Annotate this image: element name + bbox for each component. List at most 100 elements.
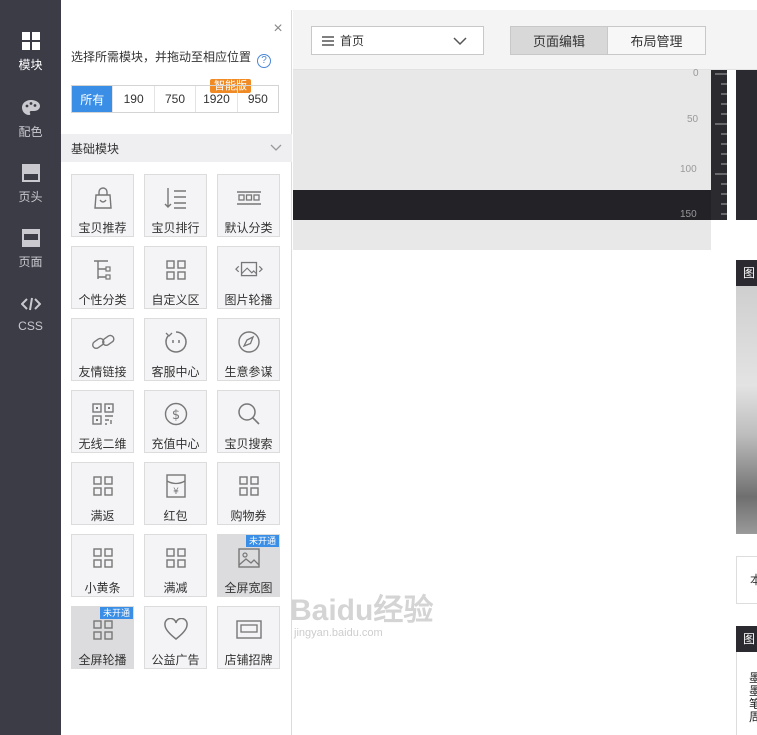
module-tile-label: 默认分类	[224, 221, 273, 235]
module-tile-item-search[interactable]: 宝贝搜索	[217, 390, 280, 453]
module-tile-cashback[interactable]: 满返	[71, 462, 134, 525]
module-tile-mobile-qrcode[interactable]: 无线二维	[71, 390, 134, 453]
module-tile-yellow-bar[interactable]: 小黄条	[71, 534, 134, 597]
nav-item-label: 页头	[18, 190, 43, 204]
signboard-icon	[235, 616, 263, 643]
module-tile-custom-area[interactable]: 自定义区	[144, 246, 207, 309]
search-icon	[235, 400, 263, 427]
module-tile-default-category[interactable]: 默认分类	[217, 174, 280, 237]
module-tile-item-ranking[interactable]: 宝贝排行	[144, 174, 207, 237]
grid-icon	[89, 472, 117, 499]
module-grid: 宝贝推荐 宝贝排行 默认分类 个性分类 自定义区 图片轮播 友情链接 客服中心 …	[71, 174, 280, 669]
tab-page-edit[interactable]: 页面编辑	[511, 27, 608, 54]
module-text: 墨墨笔周	[736, 652, 757, 735]
tree-icon	[89, 256, 117, 283]
banner-image	[736, 286, 757, 534]
code-icon	[20, 293, 42, 315]
module-tile-label: 满减	[163, 581, 188, 595]
module-tile-shop-signboard[interactable]: 店铺招牌	[217, 606, 280, 669]
compass-icon	[235, 328, 263, 355]
category-icon	[235, 184, 263, 211]
module-tile-item-recommend[interactable]: 宝贝推荐	[71, 174, 134, 237]
width-tab-190[interactable]: 190	[113, 86, 155, 112]
page-icon	[20, 227, 42, 249]
ruler-label: 150	[680, 209, 697, 220]
module-tile-recharge-center[interactable]: $ 充值中心	[144, 390, 207, 453]
image-carousel-icon	[234, 256, 263, 283]
width-tab-all[interactable]: 所有	[72, 86, 114, 112]
module-tile-friend-links[interactable]: 友情链接	[71, 318, 134, 381]
module-panel: × 选择所需模块，并拖动至相应位置? 智能版 所有 190 750 1920 9…	[61, 10, 292, 735]
grid-icon	[89, 544, 117, 571]
module-tile-label: 全屏宽图	[224, 581, 273, 595]
module-tile-label: 全屏轮播	[78, 653, 127, 667]
ruler-ticks	[715, 73, 727, 215]
module-tile-label: 店铺招牌	[224, 653, 273, 667]
width-tab-950[interactable]: 950	[238, 86, 278, 112]
module-tile-red-envelope[interactable]: ¥ 红包	[144, 462, 207, 525]
nav-item-label: 页面	[18, 255, 43, 269]
section-header-basic-modules[interactable]: 基础模块	[61, 134, 292, 162]
module-tile-service-center[interactable]: 客服中心	[144, 318, 207, 381]
tab-layout-manage[interactable]: 布局管理	[608, 27, 705, 54]
module-tile-label: 图片轮播	[224, 293, 273, 307]
left-nav: 模块 配色 页头 页面 CSS	[0, 0, 61, 735]
chevron-down-icon	[270, 144, 282, 151]
nav-item-header[interactable]: 页头	[0, 162, 61, 222]
panel-tip-text: 选择所需模块，并拖动至相应位置	[71, 50, 252, 64]
top-toolbar: 首页 页面编辑 布局管理	[293, 10, 757, 70]
module-tile-business-advisor[interactable]: 生意参谋	[217, 318, 280, 381]
module-tile-coupon[interactable]: 购物券	[217, 462, 280, 525]
canvas-header-area	[293, 70, 711, 250]
list-icon	[322, 35, 334, 46]
bag-icon	[89, 184, 117, 211]
nav-item-label: 模块	[18, 58, 43, 72]
help-icon[interactable]: ?	[257, 54, 272, 68]
width-tab-750[interactable]: 750	[155, 86, 197, 112]
ruler-label: 0	[693, 68, 699, 79]
nav-item-css[interactable]: CSS	[0, 293, 61, 353]
module-tile-fullscreen-carousel[interactable]: 未开通 全屏轮播	[71, 606, 134, 669]
not-activated-tag: 未开通	[99, 607, 133, 619]
close-icon[interactable]: ×	[271, 21, 285, 37]
svg-text:$: $	[171, 408, 179, 423]
module-tile-label: 充值中心	[151, 437, 200, 451]
qrcode-icon	[89, 400, 117, 427]
module-tile-public-ad[interactable]: 公益广告	[144, 606, 207, 669]
module-tile-discount[interactable]: 满减	[144, 534, 207, 597]
nav-item-modules[interactable]: 模块	[0, 30, 61, 90]
dollar-icon: $	[162, 400, 190, 427]
not-activated-tag: 未开通	[245, 535, 279, 547]
module-tile-label: 小黄条	[84, 581, 121, 595]
nav-item-colors[interactable]: 配色	[0, 97, 61, 157]
canvas-right-banner	[736, 70, 757, 220]
canvas-nav-strip	[293, 190, 711, 220]
header-icon	[20, 162, 42, 184]
nav-item-page[interactable]: 页面	[0, 227, 61, 287]
module-header: 图	[736, 260, 757, 286]
nav-item-label: 配色	[18, 125, 43, 139]
image-icon	[235, 544, 263, 571]
module-header: 图	[736, 626, 757, 652]
ruler-label: 100	[680, 164, 697, 175]
module-tile-image-carousel[interactable]: 图片轮播	[217, 246, 280, 309]
module-tile-label: 友情链接	[78, 365, 127, 379]
page-select[interactable]: 首页	[311, 26, 484, 55]
watermark-text: Baidu经验	[290, 594, 434, 627]
module-tile-fullscreen-image[interactable]: 未开通 全屏宽图	[217, 534, 280, 597]
module-tile-label: 宝贝搜索	[224, 437, 273, 451]
module-tile-label: 客服中心	[151, 365, 200, 379]
vertical-ruler	[711, 70, 727, 220]
module-tile-label: 宝贝排行	[151, 221, 200, 235]
heart-icon	[162, 616, 190, 643]
chevron-down-icon	[453, 37, 467, 46]
width-tab-1920[interactable]: 1920	[196, 86, 238, 112]
red-envelope-icon: ¥	[162, 472, 190, 499]
nav-item-label: CSS	[18, 319, 43, 333]
module-tile-label: 个性分类	[78, 293, 127, 307]
grid-icon	[162, 544, 190, 571]
page-select-value: 首页	[340, 34, 365, 48]
mode-switch: 页面编辑 布局管理	[510, 26, 706, 55]
module-tile-custom-category[interactable]: 个性分类	[71, 246, 134, 309]
svg-text:¥: ¥	[173, 487, 179, 497]
